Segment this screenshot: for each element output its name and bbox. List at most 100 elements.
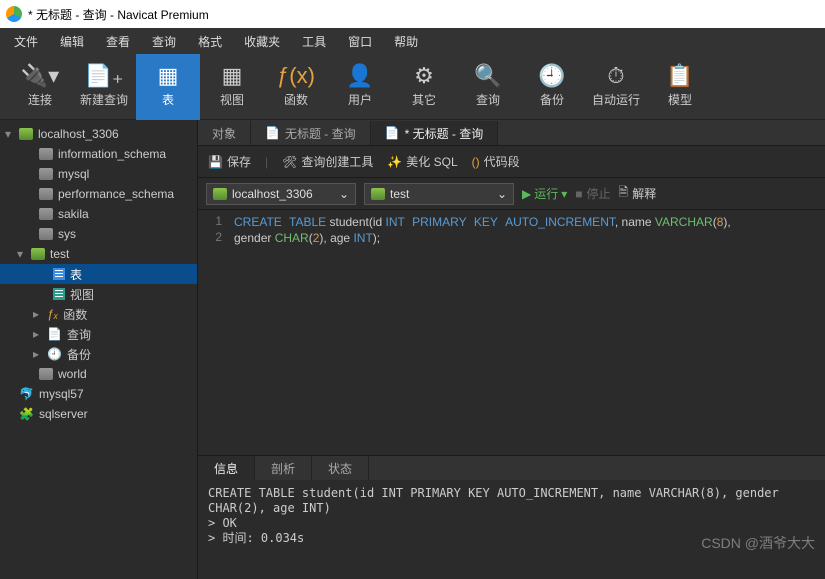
menu-favorites[interactable]: 收藏夹 [234,29,290,54]
ribbon-new-query[interactable]: 📄₊新建查询 [72,54,136,120]
view-icon [53,288,65,300]
tree-conn-localhost[interactable]: ▾localhost_3306 [0,124,197,144]
new-query-icon: 📄₊ [84,65,123,87]
database-icon [371,188,385,200]
menu-query[interactable]: 查询 [142,29,186,54]
collapse-icon: ▾ [14,247,26,261]
ribbon-connect[interactable]: 🔌▾连接 [8,54,72,120]
query-tab-icon: 📄 [385,126,400,140]
result-tab-status[interactable]: 状态 [312,456,369,480]
result-output[interactable]: CREATE TABLE student(id INT PRIMARY KEY … [198,480,825,579]
sidebar[interactable]: ▾localhost_3306 information_schema mysql… [0,120,198,579]
tree-db-test[interactable]: ▾test [0,244,197,264]
window-title: * 无标题 - 查询 - Navicat Premium [28,6,209,23]
menubar: 文件 编辑 查看 查询 格式 收藏夹 工具 窗口 帮助 [0,28,825,54]
menu-window[interactable]: 窗口 [338,29,382,54]
menu-help[interactable]: 帮助 [384,29,428,54]
expand-icon: ▸ [30,347,42,361]
builder-icon: 🛠 [282,155,297,169]
query-builder-button[interactable]: 🛠查询创建工具 [282,153,373,170]
backup-icon: 🕘 [47,347,62,361]
tree-db-sys[interactable]: sys [0,224,197,244]
ribbon-query[interactable]: 🔍查询 [456,54,520,120]
connection-icon [19,128,33,140]
ribbon: 🔌▾连接 📄₊新建查询 ▦表 ▦视图 ƒ(x)函数 👤用户 ⚙其它 🔍查询 🕘备… [0,54,825,120]
beautify-sql-button[interactable]: ✨美化 SQL [387,153,457,170]
menu-view[interactable]: 查看 [96,29,140,54]
tree-db-information-schema[interactable]: information_schema [0,144,197,164]
tree-db-mysql[interactable]: mysql [0,164,197,184]
menu-format[interactable]: 格式 [188,29,232,54]
tab-query-2[interactable]: 📄* 无标题 - 查询 [371,121,499,145]
sql-editor[interactable]: 12 CREATE TABLE student(id INT PRIMARY K… [198,210,825,455]
connection-selectors: localhost_3306⌄ test⌄ ▶运行▾ ■停止 🗎解释 [198,178,825,210]
editor-tabs: 对象 📄无标题 - 查询 📄* 无标题 - 查询 [198,120,825,146]
app-logo-icon [6,6,22,22]
tree-node-functions[interactable]: ▸ƒₓ函数 [0,304,197,324]
line-gutter: 12 [198,210,228,455]
tab-query-1[interactable]: 📄无标题 - 查询 [251,121,371,145]
tree-db-sakila[interactable]: sakila [0,204,197,224]
menu-tools[interactable]: 工具 [292,29,336,54]
tree-node-views[interactable]: 视图 [0,284,197,304]
database-icon [31,248,45,260]
sparkle-icon: ✨ [387,155,402,169]
function-icon: ƒₓ [47,307,58,321]
connection-icon: 🐬 [19,387,34,401]
save-button[interactable]: 💾保存 [208,153,251,170]
explain-button[interactable]: 🗎解释 [619,183,657,204]
run-button[interactable]: ▶运行▾ [522,185,567,202]
ribbon-user[interactable]: 👤用户 [328,54,392,120]
query-toolbar: 💾保存 | 🛠查询创建工具 ✨美化 SQL ()代码段 [198,146,825,178]
menu-edit[interactable]: 编辑 [50,29,94,54]
save-icon: 💾 [208,155,223,169]
autorun-icon: ⏱ [607,65,624,87]
code-area[interactable]: CREATE TABLE student(id INT PRIMARY KEY … [228,210,825,455]
user-icon: 👤 [346,65,373,87]
stop-icon: ■ [575,187,582,201]
play-icon: ▶ [522,187,531,201]
connection-combo[interactable]: localhost_3306⌄ [206,183,356,205]
tree-db-performance-schema[interactable]: performance_schema [0,184,197,204]
tree-node-tables[interactable]: 表 [0,264,197,284]
tree-node-queries[interactable]: ▸📄查询 [0,324,197,344]
chevron-down-icon: ▾ [561,187,567,201]
database-icon [39,368,53,380]
ribbon-table[interactable]: ▦表 [136,54,200,120]
connection-icon: 🧩 [19,407,34,421]
expand-icon: ▸ [30,307,42,321]
query-icon: 📄 [47,327,62,341]
tree-conn-mysql57[interactable]: 🐬mysql57 [0,384,197,404]
tree-db-world[interactable]: world [0,364,197,384]
function-icon: ƒ(x) [277,65,315,87]
database-icon [39,228,53,240]
expand-icon: ▸ [30,327,42,341]
database-icon [39,188,53,200]
result-tab-profile[interactable]: 剖析 [255,456,312,480]
backup-icon: 🕘 [538,65,565,87]
database-icon [39,208,53,220]
collapse-icon: ▾ [2,127,14,141]
menu-file[interactable]: 文件 [4,29,48,54]
ribbon-model[interactable]: 📋模型 [648,54,712,120]
ribbon-function[interactable]: ƒ(x)函数 [264,54,328,120]
result-tab-info[interactable]: 信息 [198,456,255,480]
view-icon: ▦ [222,65,243,87]
database-combo[interactable]: test⌄ [364,183,514,205]
tab-objects[interactable]: 对象 [198,121,251,145]
tree-conn-sqlserver[interactable]: 🧩sqlserver [0,404,197,424]
stop-button[interactable]: ■停止 [575,185,610,202]
database-icon [39,168,53,180]
tree-node-backups[interactable]: ▸🕘备份 [0,344,197,364]
ribbon-backup[interactable]: 🕘备份 [520,54,584,120]
snippet-icon: () [472,155,480,169]
ribbon-other[interactable]: ⚙其它 [392,54,456,120]
query-icon: 🔍 [474,65,501,87]
chevron-down-icon: ⌄ [339,187,349,201]
model-icon: 📋 [666,65,693,87]
code-snippet-button[interactable]: ()代码段 [472,153,520,170]
ribbon-autorun[interactable]: ⏱自动运行 [584,54,648,120]
database-icon [39,148,53,160]
result-panel: 信息 剖析 状态 CREATE TABLE student(id INT PRI… [198,455,825,579]
ribbon-view[interactable]: ▦视图 [200,54,264,120]
